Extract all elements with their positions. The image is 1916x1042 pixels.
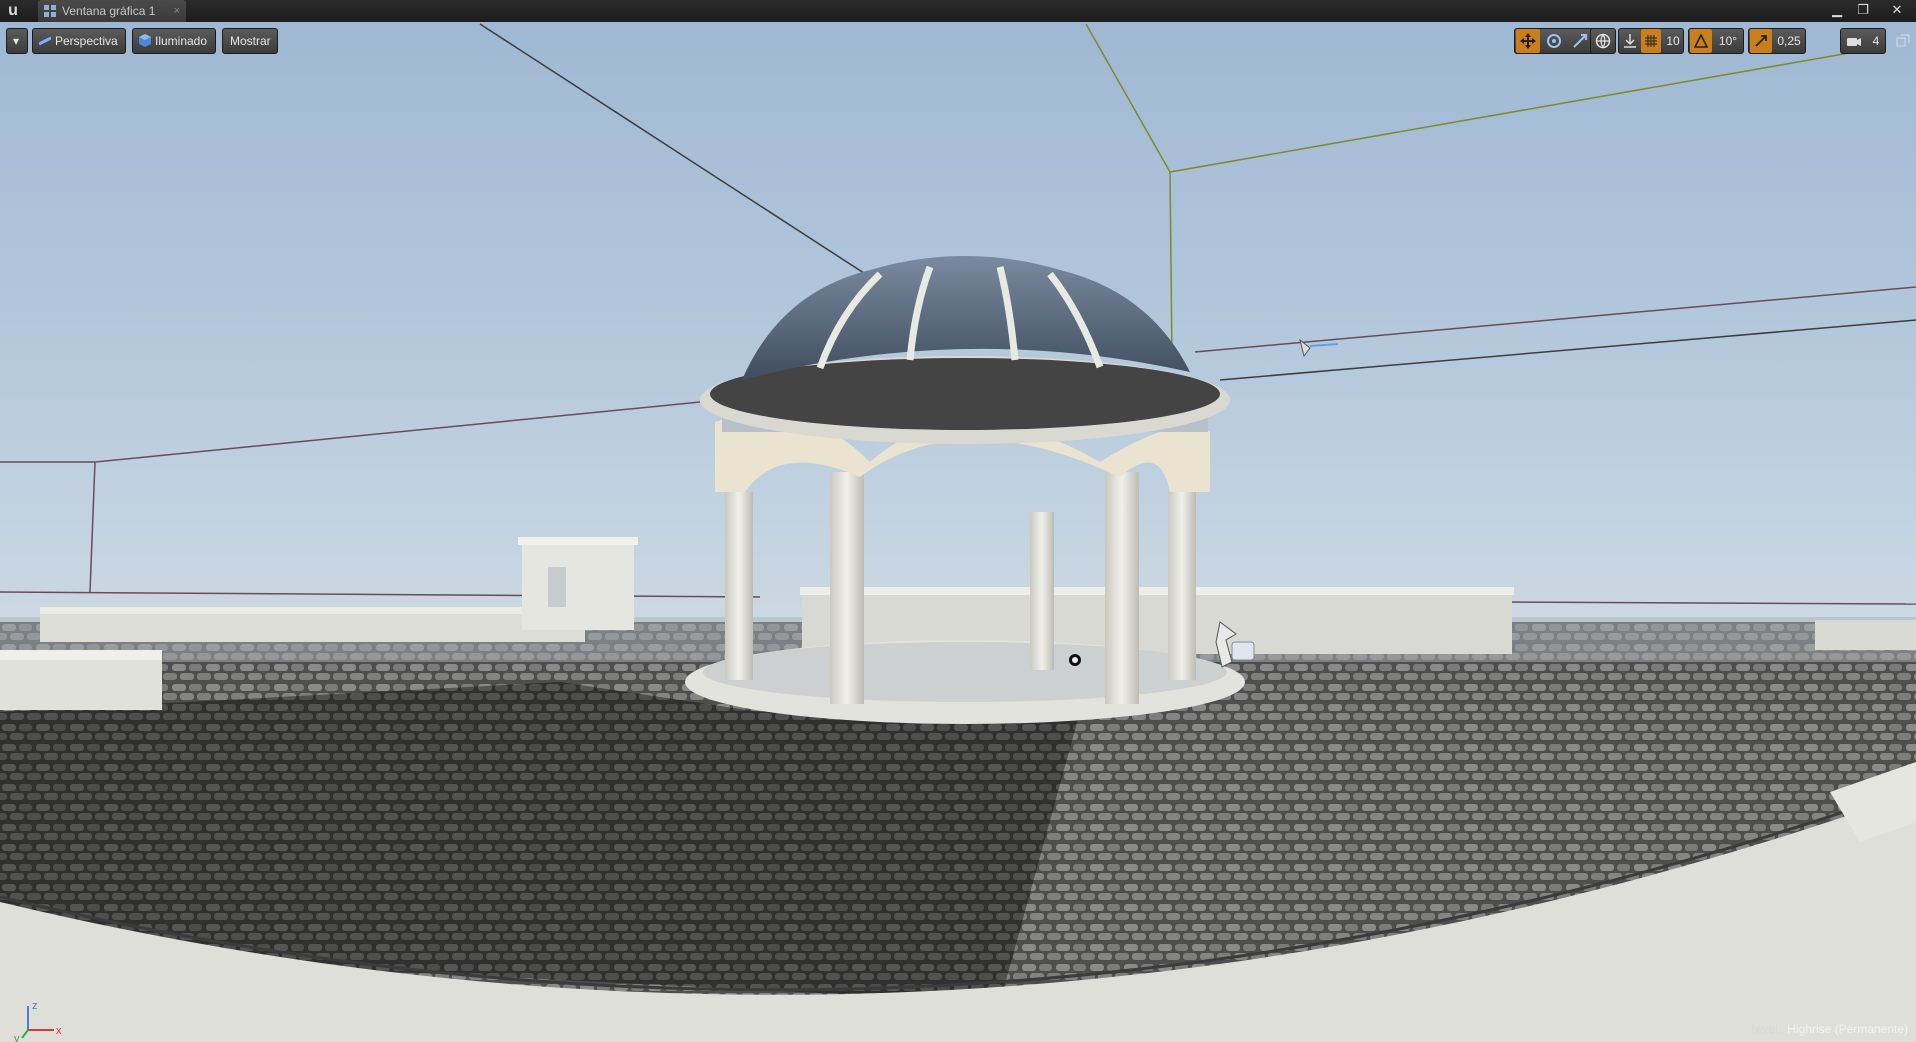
surface-snap-toggle[interactable] [1620, 29, 1640, 53]
axis-x-label: x [56, 1025, 62, 1037]
grid-snap-value[interactable]: 10 [1663, 29, 1683, 53]
current-level-indicator: Nivel: Highrise (Permanente) [1751, 1022, 1908, 1036]
rotation-snap-group: 10° [1688, 28, 1744, 54]
minimize-button[interactable]: ▁ [1826, 0, 1848, 22]
translate-tool[interactable] [1516, 29, 1540, 53]
transform-tools [1514, 28, 1598, 54]
globe-icon [1595, 33, 1611, 49]
rotate-icon [1547, 34, 1561, 48]
grid-snap-group: 10 [1618, 28, 1684, 54]
perspective-label: Perspectiva [55, 34, 118, 48]
maximize-icon [1896, 34, 1910, 47]
perspective-button[interactable]: Perspectiva [32, 28, 126, 54]
perspective-icon [39, 36, 51, 46]
level-name: Highrise (Permanente) [1787, 1022, 1908, 1036]
grid-icon [1645, 35, 1657, 47]
scale-snap-toggle[interactable] [1750, 29, 1772, 53]
show-button[interactable]: Mostrar [222, 28, 278, 54]
tab-title: Ventana gráfica 1 [62, 4, 156, 18]
title-bar: u Ventana gráfica 1 × ▁ ❐ ✕ [0, 0, 1916, 23]
scene-render[interactable] [0, 22, 1916, 1042]
camera-speed-icon-cell [1843, 29, 1865, 53]
restore-button[interactable]: ❐ [1852, 0, 1874, 22]
translate-icon [1520, 33, 1536, 49]
maximize-viewport-button[interactable] [1896, 34, 1910, 48]
rotation-snap-value[interactable]: 10° [1713, 29, 1743, 53]
scale-icon [1573, 34, 1587, 48]
show-label: Mostrar [230, 34, 271, 48]
axis-z-label: z [32, 1000, 38, 1012]
scale-snap-group: 0,25 [1748, 28, 1806, 54]
lighting-label: Iluminado [155, 34, 208, 48]
close-button[interactable]: ✕ [1886, 0, 1908, 22]
angle-icon [1693, 33, 1709, 48]
tab-close-icon[interactable]: × [174, 0, 180, 22]
level-viewport[interactable]: ▾ Perspectiva Iluminado Mostrar 10 10° 0… [0, 22, 1916, 1042]
axis-y-label: y [14, 1033, 20, 1042]
axis-indicator: z x y [14, 1000, 62, 1042]
lighting-mode-button[interactable]: Iluminado [132, 28, 216, 54]
rotate-tool[interactable] [1542, 29, 1566, 53]
tab-viewport-1[interactable]: Ventana gráfica 1 × [38, 0, 186, 22]
level-prefix: Nivel: [1751, 1022, 1782, 1036]
lit-cube-icon [139, 34, 151, 47]
chevron-down-icon: ▾ [13, 34, 20, 48]
coordinate-space-button[interactable] [1590, 28, 1616, 54]
scale-snap-value[interactable]: 0,25 [1773, 29, 1805, 53]
grid-snap-toggle[interactable] [1641, 29, 1661, 53]
camera-speed-icon [1847, 38, 1861, 46]
surface-snap-icon [1624, 34, 1636, 48]
viewport-grid-icon [44, 5, 56, 17]
scale-snap-icon [1755, 35, 1767, 47]
camera-speed-button[interactable]: 4 [1840, 28, 1886, 54]
scale-tool[interactable] [1568, 29, 1592, 53]
rotation-snap-toggle[interactable] [1690, 29, 1712, 53]
unreal-logo-icon: u [8, 2, 18, 19]
viewport-options-button[interactable]: ▾ [6, 28, 28, 54]
camera-speed-value: 4 [1872, 34, 1880, 48]
